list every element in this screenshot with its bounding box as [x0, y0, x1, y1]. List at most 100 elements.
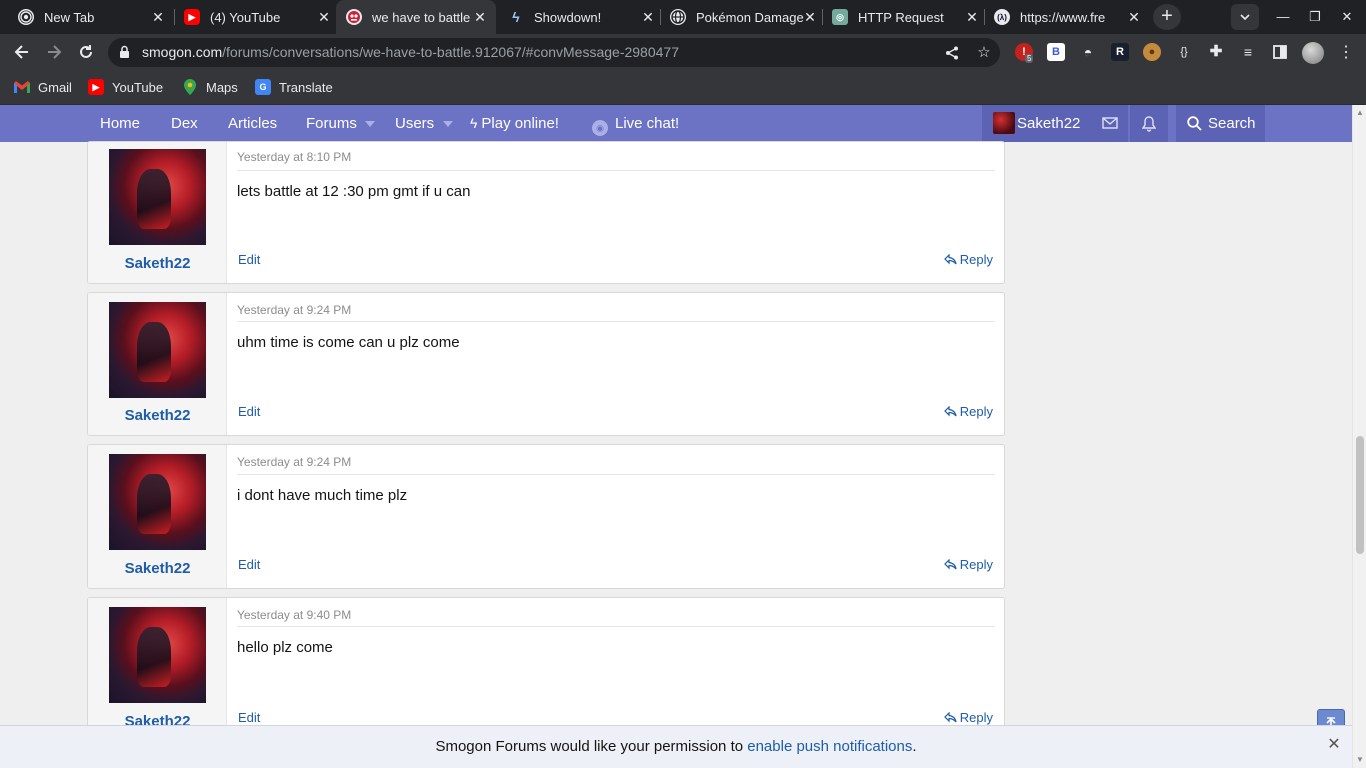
tab-we-have-to-battle[interactable]: we have to battle ✕ [336, 0, 496, 34]
menu-kebab-icon[interactable]: ⋮ [1336, 40, 1356, 66]
enable-push-link[interactable]: enable push notifications [747, 738, 912, 755]
showdown-icon: ϟ [470, 115, 478, 131]
scroll-down-arrow-icon[interactable]: ▼ [1356, 756, 1364, 764]
url-text: smogon.com/forums/conversations/we-have-… [142, 44, 679, 60]
arrow-right-icon [48, 45, 62, 59]
page-scrollbar[interactable]: ▲ ▼ [1352, 105, 1366, 768]
bookmark-star-icon[interactable]: ☆ [974, 43, 994, 63]
tab-new-tab[interactable]: New Tab ✕ [8, 0, 174, 34]
tab-title: we have to battle [372, 9, 471, 25]
bookmark-youtube[interactable]: ▶ YouTube [88, 79, 163, 95]
scroll-up-arrow-icon[interactable]: ▲ [1356, 109, 1364, 117]
nav-live-chat[interactable]: ◉ Live chat! [592, 105, 679, 142]
nav-users[interactable]: Users [395, 105, 434, 142]
profile-avatar[interactable] [1302, 42, 1324, 64]
extension-json-icon[interactable]: {} [1175, 43, 1193, 61]
tab-freecodecamp[interactable]: (λ) https://www.fre ✕ [984, 0, 1150, 34]
user-avatar[interactable] [109, 149, 206, 245]
close-icon[interactable]: ✕ [640, 9, 656, 25]
scrollbar-thumb[interactable] [1356, 436, 1364, 554]
back-button[interactable] [8, 38, 36, 66]
tab-title: https://www.fre [1020, 9, 1106, 25]
nav-username: Saketh22 [1017, 115, 1081, 132]
close-icon[interactable]: ✕ [1126, 9, 1142, 25]
reply-link[interactable]: Reply [943, 404, 993, 419]
extension-cookie-icon[interactable]: ● [1143, 43, 1161, 61]
tab-http-request[interactable]: ◎ HTTP Request ✕ [822, 0, 988, 34]
message-author[interactable]: Saketh22 [88, 560, 227, 577]
message-timestamp[interactable]: Yesterday at 9:40 PM [237, 608, 351, 622]
share-icon[interactable] [942, 43, 962, 63]
nav-articles[interactable]: Articles [228, 105, 277, 142]
extension-pokeball-icon[interactable]: ◓ [1079, 43, 1097, 61]
extension-r-icon[interactable]: R [1111, 43, 1129, 61]
avatar-figure [137, 169, 171, 229]
reply-link[interactable]: Reply [943, 252, 993, 267]
chevron-down-icon[interactable] [365, 121, 375, 127]
chrome-icon [18, 9, 34, 25]
edit-link[interactable]: Edit [238, 404, 260, 419]
bookmark-maps[interactable]: Maps [182, 79, 238, 95]
close-icon[interactable]: ✕ [964, 9, 980, 25]
bookmark-translate[interactable]: G Translate [255, 79, 333, 95]
bookmark-label: Translate [279, 79, 333, 95]
bell-icon [1142, 116, 1156, 132]
search-label: Search [1208, 115, 1256, 132]
close-icon[interactable]: ✕ [1326, 726, 1342, 764]
tab-showdown[interactable]: ϟ Showdown! ✕ [498, 0, 664, 34]
search-button[interactable]: Search [1176, 105, 1265, 142]
message-timestamp[interactable]: Yesterday at 8:10 PM [237, 150, 351, 164]
edit-link[interactable]: Edit [238, 710, 260, 725]
close-icon[interactable]: ✕ [802, 9, 818, 25]
nav-home[interactable]: Home [100, 105, 140, 142]
nav-play-online[interactable]: ϟ Play online! [470, 105, 559, 142]
tab-title: (4) YouTube [210, 9, 281, 25]
tab-youtube[interactable]: ▶ (4) YouTube ✕ [174, 0, 340, 34]
nav-alerts[interactable] [1130, 105, 1168, 142]
reply-link[interactable]: Reply [943, 710, 993, 725]
media-queue-icon[interactable]: ≡ [1239, 43, 1257, 61]
message-author[interactable]: Saketh22 [88, 407, 227, 424]
bookmark-label: Maps [206, 79, 238, 95]
message-divider [237, 626, 995, 627]
nav-forums[interactable]: Forums [306, 105, 357, 142]
bookmark-gmail[interactable]: Gmail [14, 79, 72, 95]
nav-conversations[interactable] [1092, 105, 1128, 142]
address-bar[interactable]: smogon.com/forums/conversations/we-have-… [108, 38, 1000, 67]
restore-button[interactable]: ❐ [1299, 0, 1331, 34]
side-panel-icon[interactable] [1271, 43, 1289, 61]
youtube-icon: ▶ [184, 9, 200, 25]
chevron-down-icon[interactable] [443, 121, 453, 127]
user-avatar[interactable] [109, 302, 206, 398]
message-timestamp[interactable]: Yesterday at 9:24 PM [237, 303, 351, 317]
close-icon[interactable]: ✕ [150, 9, 166, 25]
extensions-puzzle-icon[interactable]: ✚ [1207, 43, 1225, 61]
tab-pokemon-damage[interactable]: Pokémon Damage ✕ [660, 0, 826, 34]
showdown-icon: ϟ [512, 9, 520, 25]
message-author[interactable]: Saketh22 [88, 255, 227, 272]
extension-b-icon[interactable]: B [1047, 43, 1065, 61]
user-avatar[interactable] [109, 454, 206, 550]
site-navigation: Home Dex Articles Forums Users ϟ Play onl… [0, 105, 1352, 142]
openai-icon: ◎ [832, 9, 848, 25]
message-timestamp[interactable]: Yesterday at 9:24 PM [237, 455, 351, 469]
tab-title: Pokémon Damage [696, 9, 804, 25]
edit-link[interactable]: Edit [238, 557, 260, 572]
reload-button[interactable] [72, 38, 100, 66]
close-icon[interactable]: ✕ [472, 9, 488, 25]
bookmarks-bar: Gmail ▶ YouTube Maps G Translate [0, 71, 1366, 105]
edit-link[interactable]: Edit [238, 252, 260, 267]
message-post: Saketh22 Yesterday at 8:10 PM lets battl… [87, 141, 1005, 284]
tab-search-button[interactable] [1231, 4, 1259, 30]
minimize-button[interactable]: — [1267, 0, 1299, 34]
nav-dex[interactable]: Dex [171, 105, 198, 142]
user-avatar[interactable] [109, 607, 206, 703]
window-close-button[interactable]: ✕ [1331, 0, 1363, 34]
new-tab-button[interactable]: + [1153, 4, 1181, 30]
reply-link[interactable]: Reply [943, 557, 993, 572]
browser-toolbar: smogon.com/forums/conversations/we-have-… [0, 34, 1366, 71]
smogon-icon [346, 9, 362, 25]
url-path: /forums/conversations/we-have-to-battle.… [222, 44, 679, 60]
forward-button[interactable] [40, 38, 68, 66]
close-icon[interactable]: ✕ [316, 9, 332, 25]
